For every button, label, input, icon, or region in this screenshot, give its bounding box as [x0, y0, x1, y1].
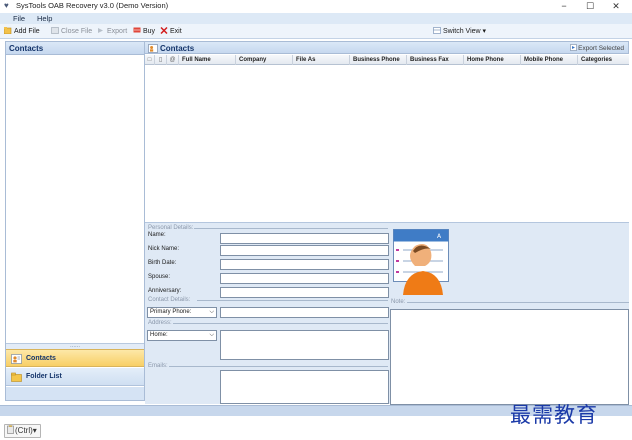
- left-panel-title: Contacts: [6, 42, 144, 55]
- chevron-down-icon: ⌵: [209, 332, 214, 338]
- switch-view-icon: [433, 27, 441, 34]
- heart-icon: ♥: [4, 1, 9, 10]
- group-divider: [407, 302, 629, 303]
- column-business-fax[interactable]: Business Fax: [407, 55, 464, 65]
- column-business-phone[interactable]: Business Phone: [350, 55, 407, 65]
- spouse-label: Spouse:: [148, 274, 171, 280]
- nav-folder-list[interactable]: Folder List: [6, 368, 144, 386]
- attachment-icon: @: [169, 57, 176, 63]
- export-label: Export: [107, 28, 128, 35]
- contact-details-pane: Personal Details: Name: Nick Name: Birth…: [145, 222, 629, 405]
- column-mobile-phone[interactable]: Mobile Phone: [521, 55, 578, 65]
- note-field[interactable]: [390, 309, 629, 405]
- contacts-title: Contacts: [148, 42, 194, 55]
- contacts-title-text: Contacts: [160, 44, 195, 53]
- anniversary-field[interactable]: [220, 287, 389, 298]
- paste-options-label: (Ctrl)▾: [15, 426, 37, 435]
- address-group: Address:: [148, 320, 172, 326]
- column-file-as[interactable]: File As: [293, 55, 350, 65]
- address-type-select[interactable]: Home: ⌵: [147, 330, 217, 341]
- export-button[interactable]: Export: [97, 27, 127, 37]
- window-title: SysTools OAB Recovery v3.0 (Demo Version…: [16, 1, 169, 10]
- exit-button[interactable]: Exit: [160, 27, 182, 37]
- folder-icon: [11, 372, 22, 382]
- name-field[interactable]: [220, 233, 389, 244]
- birth-date-field[interactable]: [220, 259, 389, 270]
- buy-button[interactable]: Buy: [133, 27, 155, 37]
- add-file-label: Add File: [14, 28, 40, 35]
- name-label: Name:: [148, 232, 166, 238]
- minimize-button[interactable]: −: [552, 0, 576, 12]
- watermark-text: 最需教育: [510, 403, 598, 427]
- contacts-grid-header: □ ▯ @ Full Name Company File As Business…: [145, 55, 629, 65]
- left-panel: Contacts ...... Contacts Folder List: [5, 41, 145, 401]
- menu-file[interactable]: File: [13, 14, 25, 23]
- toolbar: Add File Close File Export Buy Exit Swit…: [0, 24, 632, 39]
- nick-name-field[interactable]: [220, 245, 389, 256]
- add-file-button[interactable]: Add File: [4, 27, 40, 37]
- nick-name-label: Nick Name:: [148, 246, 180, 252]
- checkbox-icon: □: [147, 57, 152, 63]
- item-type-column[interactable]: ▯: [155, 55, 167, 65]
- column-home-phone[interactable]: Home Phone: [464, 55, 521, 65]
- group-divider: [197, 300, 388, 301]
- cart-icon: [133, 27, 141, 33]
- contact-card-icon: A: [393, 229, 449, 295]
- menu-help[interactable]: Help: [37, 14, 52, 23]
- address-type-value: Home:: [150, 332, 168, 338]
- close-file-icon: [51, 27, 59, 34]
- nav-overflow-bar: [6, 387, 144, 400]
- close-file-button[interactable]: Close File: [51, 27, 92, 37]
- group-divider: [173, 323, 388, 324]
- group-divider: [169, 366, 388, 367]
- close-button[interactable]: ✕: [604, 0, 628, 12]
- export-selected-label: Export Selected: [578, 45, 624, 52]
- birth-date-label: Birth Date:: [148, 260, 177, 266]
- phone-field[interactable]: [220, 307, 389, 318]
- phone-type-value: Primary Phone:: [150, 309, 192, 315]
- contacts-icon: [148, 44, 158, 53]
- contact-details-group: Contact Details:: [148, 297, 191, 303]
- column-full-name[interactable]: Full Name: [179, 55, 236, 65]
- paste-options-button[interactable]: (Ctrl)▾: [4, 424, 41, 438]
- exit-label: Exit: [170, 28, 182, 35]
- attachment-column[interactable]: @: [167, 55, 179, 65]
- switch-view-button[interactable]: Switch View ▾: [433, 27, 486, 37]
- chevron-down-icon: ⌵: [209, 309, 214, 315]
- contacts-header: Contacts Export Selected: [145, 41, 629, 54]
- column-company[interactable]: Company: [236, 55, 293, 65]
- menu-bar: File Help: [0, 13, 632, 24]
- title-bar: ♥ SysTools OAB Recovery v3.0 (Demo Versi…: [0, 0, 632, 12]
- row-selector-column[interactable]: □: [145, 55, 155, 65]
- clipboard-icon: [7, 425, 14, 434]
- nav-contacts-label: Contacts: [26, 355, 56, 362]
- nav-contacts[interactable]: Contacts: [6, 349, 144, 367]
- folder-tree[interactable]: [6, 55, 144, 343]
- note-group: Note:: [391, 299, 406, 305]
- contacts-grid[interactable]: [145, 65, 629, 222]
- export-selected-button[interactable]: Export Selected: [570, 44, 624, 53]
- close-file-label: Close File: [61, 28, 93, 35]
- export-icon: [98, 28, 103, 33]
- contacts-icon: [11, 354, 22, 364]
- address-field[interactable]: [220, 330, 389, 360]
- group-divider: [194, 228, 388, 229]
- spouse-field[interactable]: [220, 273, 389, 284]
- nav-folder-list-label: Folder List: [26, 373, 62, 380]
- buy-label: Buy: [143, 28, 156, 35]
- document-icon: ▯: [158, 57, 163, 63]
- add-file-icon: [4, 27, 12, 34]
- emails-field[interactable]: [220, 370, 389, 404]
- chevron-down-icon: ▾: [480, 28, 487, 35]
- export-selected-icon: [570, 44, 577, 51]
- maximize-button[interactable]: ☐: [578, 0, 602, 12]
- emails-group: Emails:: [148, 363, 168, 369]
- switch-view-label: Switch View: [443, 28, 481, 35]
- phone-type-select[interactable]: Primary Phone: ⌵: [147, 307, 217, 318]
- anniversary-label: Anniversary:: [148, 288, 182, 294]
- personal-details-group: Personal Details:: [148, 225, 194, 231]
- column-categories[interactable]: Categories: [578, 55, 629, 65]
- exit-icon: [160, 27, 168, 34]
